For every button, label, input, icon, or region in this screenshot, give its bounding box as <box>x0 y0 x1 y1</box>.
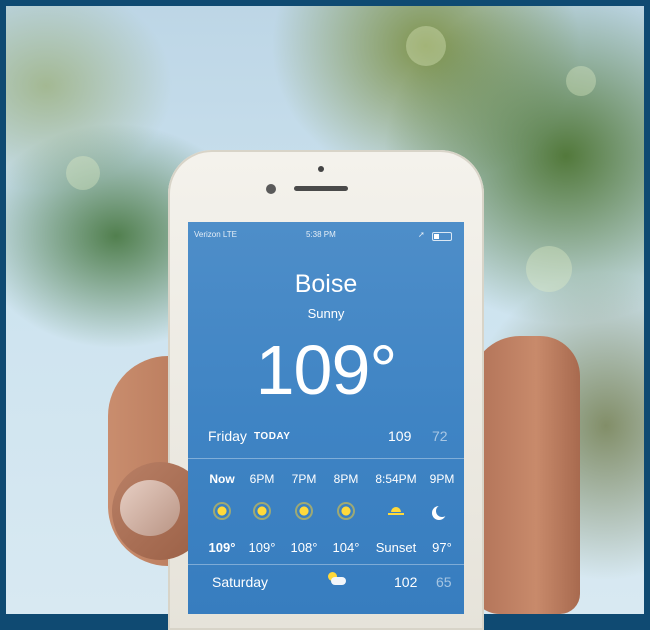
bokeh-light <box>566 66 596 96</box>
sun-icon <box>215 504 229 518</box>
status-bar: Verizon LTE 5:38 PM ➚ <box>188 230 464 244</box>
sunset-icon <box>388 505 404 517</box>
front-sensor <box>318 166 324 172</box>
earpiece-speaker <box>294 186 348 191</box>
sun-icon <box>297 504 311 518</box>
hour-temp: 108° <box>290 540 318 555</box>
divider <box>188 564 464 565</box>
front-camera <box>266 184 276 194</box>
forecast-high: 102 <box>394 574 418 590</box>
hour-label: 8PM <box>333 472 359 486</box>
hour-temp: 109° <box>208 540 236 555</box>
bokeh-light <box>526 246 572 292</box>
hour-label: 7PM <box>291 472 317 486</box>
location-icon: ➚ <box>418 230 425 239</box>
partly-cloudy-icon <box>326 572 346 586</box>
weather-app-screen: Verizon LTE 5:38 PM ➚ Boise Sunny 109° F… <box>188 222 464 614</box>
today-low: 72 <box>432 428 448 444</box>
sun-icon <box>339 504 353 518</box>
hour-temp: Sunset <box>375 540 417 555</box>
moon-icon <box>436 505 448 517</box>
hour-temp: 97° <box>432 540 452 555</box>
current-temperature: 109° <box>255 331 398 409</box>
hour-temp: 109° <box>248 540 276 555</box>
bokeh-light <box>66 156 100 190</box>
battery-icon <box>432 232 452 241</box>
today-day: Friday <box>208 428 247 444</box>
forecast-low: 65 <box>436 574 452 590</box>
today-row: Friday TODAY 109 72 <box>188 428 464 448</box>
sun-icon <box>255 504 269 518</box>
hour-label: 9PM <box>429 472 455 486</box>
today-high: 109 <box>388 428 412 444</box>
hour-label: Now <box>209 472 235 486</box>
hour-label: 6PM <box>249 472 275 486</box>
clock: 5:38 PM <box>306 230 336 239</box>
hourly-forecast[interactable]: Now 109° 6PM 109° 7PM 108° 8PM 104° 8:54… <box>188 466 464 570</box>
condition-label: Sunny <box>307 306 345 321</box>
bokeh-light <box>406 26 446 66</box>
carrier-label: Verizon LTE <box>194 230 237 239</box>
forecast-row-partial <box>188 600 464 614</box>
today-tag: TODAY <box>254 431 291 442</box>
thumbnail <box>120 480 180 536</box>
hour-label: 8:54PM <box>375 472 417 486</box>
forecast-day: Saturday <box>212 574 269 590</box>
divider <box>188 458 464 459</box>
city-name: Boise <box>294 270 358 298</box>
right-hand <box>470 336 580 614</box>
hour-temp: 104° <box>332 540 360 555</box>
